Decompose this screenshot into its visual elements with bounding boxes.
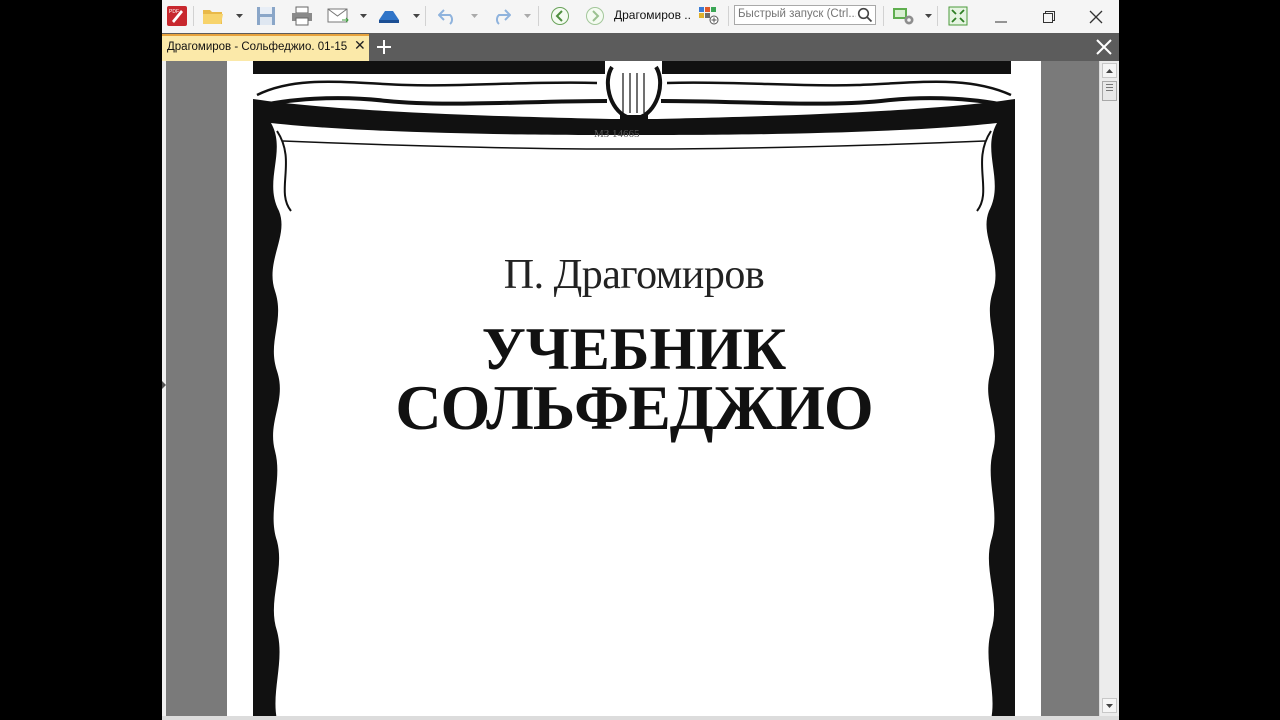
tab-document[interactable]: Драгомиров - Сольфеджио. 01-15 ✕	[162, 34, 369, 61]
back-icon[interactable]	[548, 4, 572, 28]
undo-icon[interactable]	[435, 4, 461, 28]
pdf-app-icon[interactable]: PDF	[165, 4, 189, 28]
pdf-page: МЗ 14665 П. Драгомиров УЧЕБНИК СОЛЬФЕДЖИ…	[227, 61, 1041, 720]
fullscreen-icon[interactable]	[945, 4, 971, 28]
open-folder-icon[interactable]	[200, 4, 226, 28]
navigation-panel-collapsed[interactable]	[162, 61, 166, 720]
tab-close-icon[interactable]: ✕	[354, 37, 366, 54]
scroll-down-arrow-icon[interactable]	[1102, 698, 1117, 713]
quick-access-toolbar: PDF Драгомиров .. Быстрый запуск (Ctrl..…	[162, 0, 1119, 34]
search-input[interactable]	[738, 8, 856, 20]
close-all-tabs-icon[interactable]	[1094, 37, 1114, 57]
print-icon[interactable]	[289, 4, 315, 28]
vertical-scrollbar[interactable]	[1099, 61, 1119, 720]
tab-title: Драгомиров - Сольфеджио. 01-15	[167, 41, 348, 53]
document-viewport[interactable]: МЗ 14665 П. Драгомиров УЧЕБНИК СОЛЬФЕДЖИ…	[162, 61, 1099, 720]
open-dropdown-chevron-icon[interactable]	[235, 4, 244, 28]
settings-dropdown-chevron-icon[interactable]	[924, 4, 933, 28]
email-dropdown-chevron-icon[interactable]	[359, 4, 368, 28]
grid-view-icon[interactable]	[696, 4, 722, 28]
redo-dropdown-chevron-icon[interactable]	[523, 4, 532, 28]
quick-launch-search[interactable]	[734, 5, 876, 25]
undo-dropdown-chevron-icon[interactable]	[470, 4, 479, 28]
forward-icon[interactable]	[583, 4, 607, 28]
scanner-icon[interactable]	[376, 4, 402, 28]
minimize-icon[interactable]	[978, 0, 1024, 33]
plus-icon[interactable]	[374, 37, 394, 57]
scanner-dropdown-chevron-icon[interactable]	[412, 4, 421, 28]
email-icon[interactable]	[325, 4, 351, 28]
redo-icon[interactable]	[488, 4, 514, 28]
book-title-line2: СОЛЬФЕДЖИО	[395, 372, 873, 443]
document-selector[interactable]: Драгомиров ..	[614, 8, 691, 22]
pdf-badge-text: PDF	[169, 9, 179, 15]
settings-icon[interactable]	[890, 4, 918, 28]
expand-panel-chevron-icon[interactable]	[162, 381, 166, 389]
book-author: П. Драгомиров	[503, 252, 765, 298]
save-icon[interactable]	[254, 4, 278, 28]
search-icon[interactable]	[857, 7, 873, 28]
pdf-reader-window: PDF Драгомиров .. Быстрый запуск (Ctrl..…	[162, 0, 1119, 720]
status-strip	[162, 716, 1119, 720]
document-tab-bar: Драгомиров - Сольфеджио. 01-15 ✕	[162, 33, 1119, 61]
scroll-up-arrow-icon[interactable]	[1102, 63, 1117, 78]
lyre-icon	[605, 65, 663, 121]
scrollbar-thumb[interactable]	[1102, 81, 1117, 101]
catalog-number: МЗ 14665	[594, 128, 640, 140]
restore-icon[interactable]	[1026, 0, 1072, 33]
close-icon[interactable]	[1073, 0, 1119, 33]
